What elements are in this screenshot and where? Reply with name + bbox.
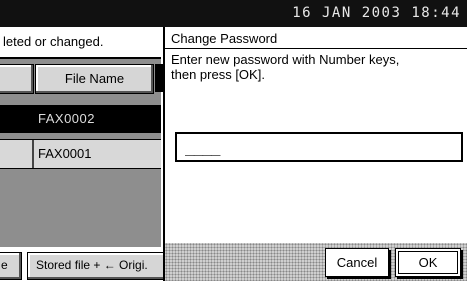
cancel-button-label: Cancel <box>336 255 378 270</box>
status-text: leted or changed. <box>3 34 104 49</box>
dialog-title: Change Password <box>171 31 278 46</box>
dialog-title-bar: Change Password <box>165 27 467 49</box>
status-message: leted or changed. <box>0 27 161 59</box>
list-item[interactable]: FAX0002 <box>0 105 161 133</box>
stored-file-button[interactable]: Stored file + ← Origi. <box>27 252 166 280</box>
bottom-button-bar: e Stored file + ← Origi. <box>0 247 166 281</box>
stored-file-label: Stored file + ← Origi. <box>36 258 148 272</box>
file-name: FAX0001 <box>38 146 92 161</box>
dialog-message-line2: then press [OK]. <box>171 67 265 82</box>
column-header-file-name[interactable]: File Name <box>35 64 154 94</box>
row-divider <box>32 140 34 168</box>
dialog-message-line1: Enter new password with Number keys, <box>171 52 400 67</box>
column-header-stub[interactable] <box>0 64 34 94</box>
file-list-panel: leted or changed. File Name FAX0002 FAX0… <box>0 27 166 281</box>
column-header-label: File Name <box>64 71 125 86</box>
password-field[interactable]: ____ <box>175 132 463 162</box>
file-name: FAX0002 <box>38 111 95 126</box>
partial-button-label: e <box>1 258 8 272</box>
top-status-bar: 16 JAN 2003 18:44 <box>0 0 467 27</box>
cancel-button[interactable]: Cancel <box>325 248 389 277</box>
change-password-dialog: Change Password Enter new password with … <box>163 27 467 281</box>
datetime-display: 16 JAN 2003 18:44 <box>292 5 461 21</box>
password-value: ____ <box>185 137 221 156</box>
ok-button-label: OK <box>418 255 438 270</box>
column-header-divider <box>155 64 163 92</box>
ok-button[interactable]: OK <box>395 248 461 277</box>
dialog-button-bar: Cancel OK <box>165 243 467 281</box>
partial-button[interactable]: e <box>0 252 22 280</box>
list-item[interactable]: FAX0001 <box>0 139 161 169</box>
